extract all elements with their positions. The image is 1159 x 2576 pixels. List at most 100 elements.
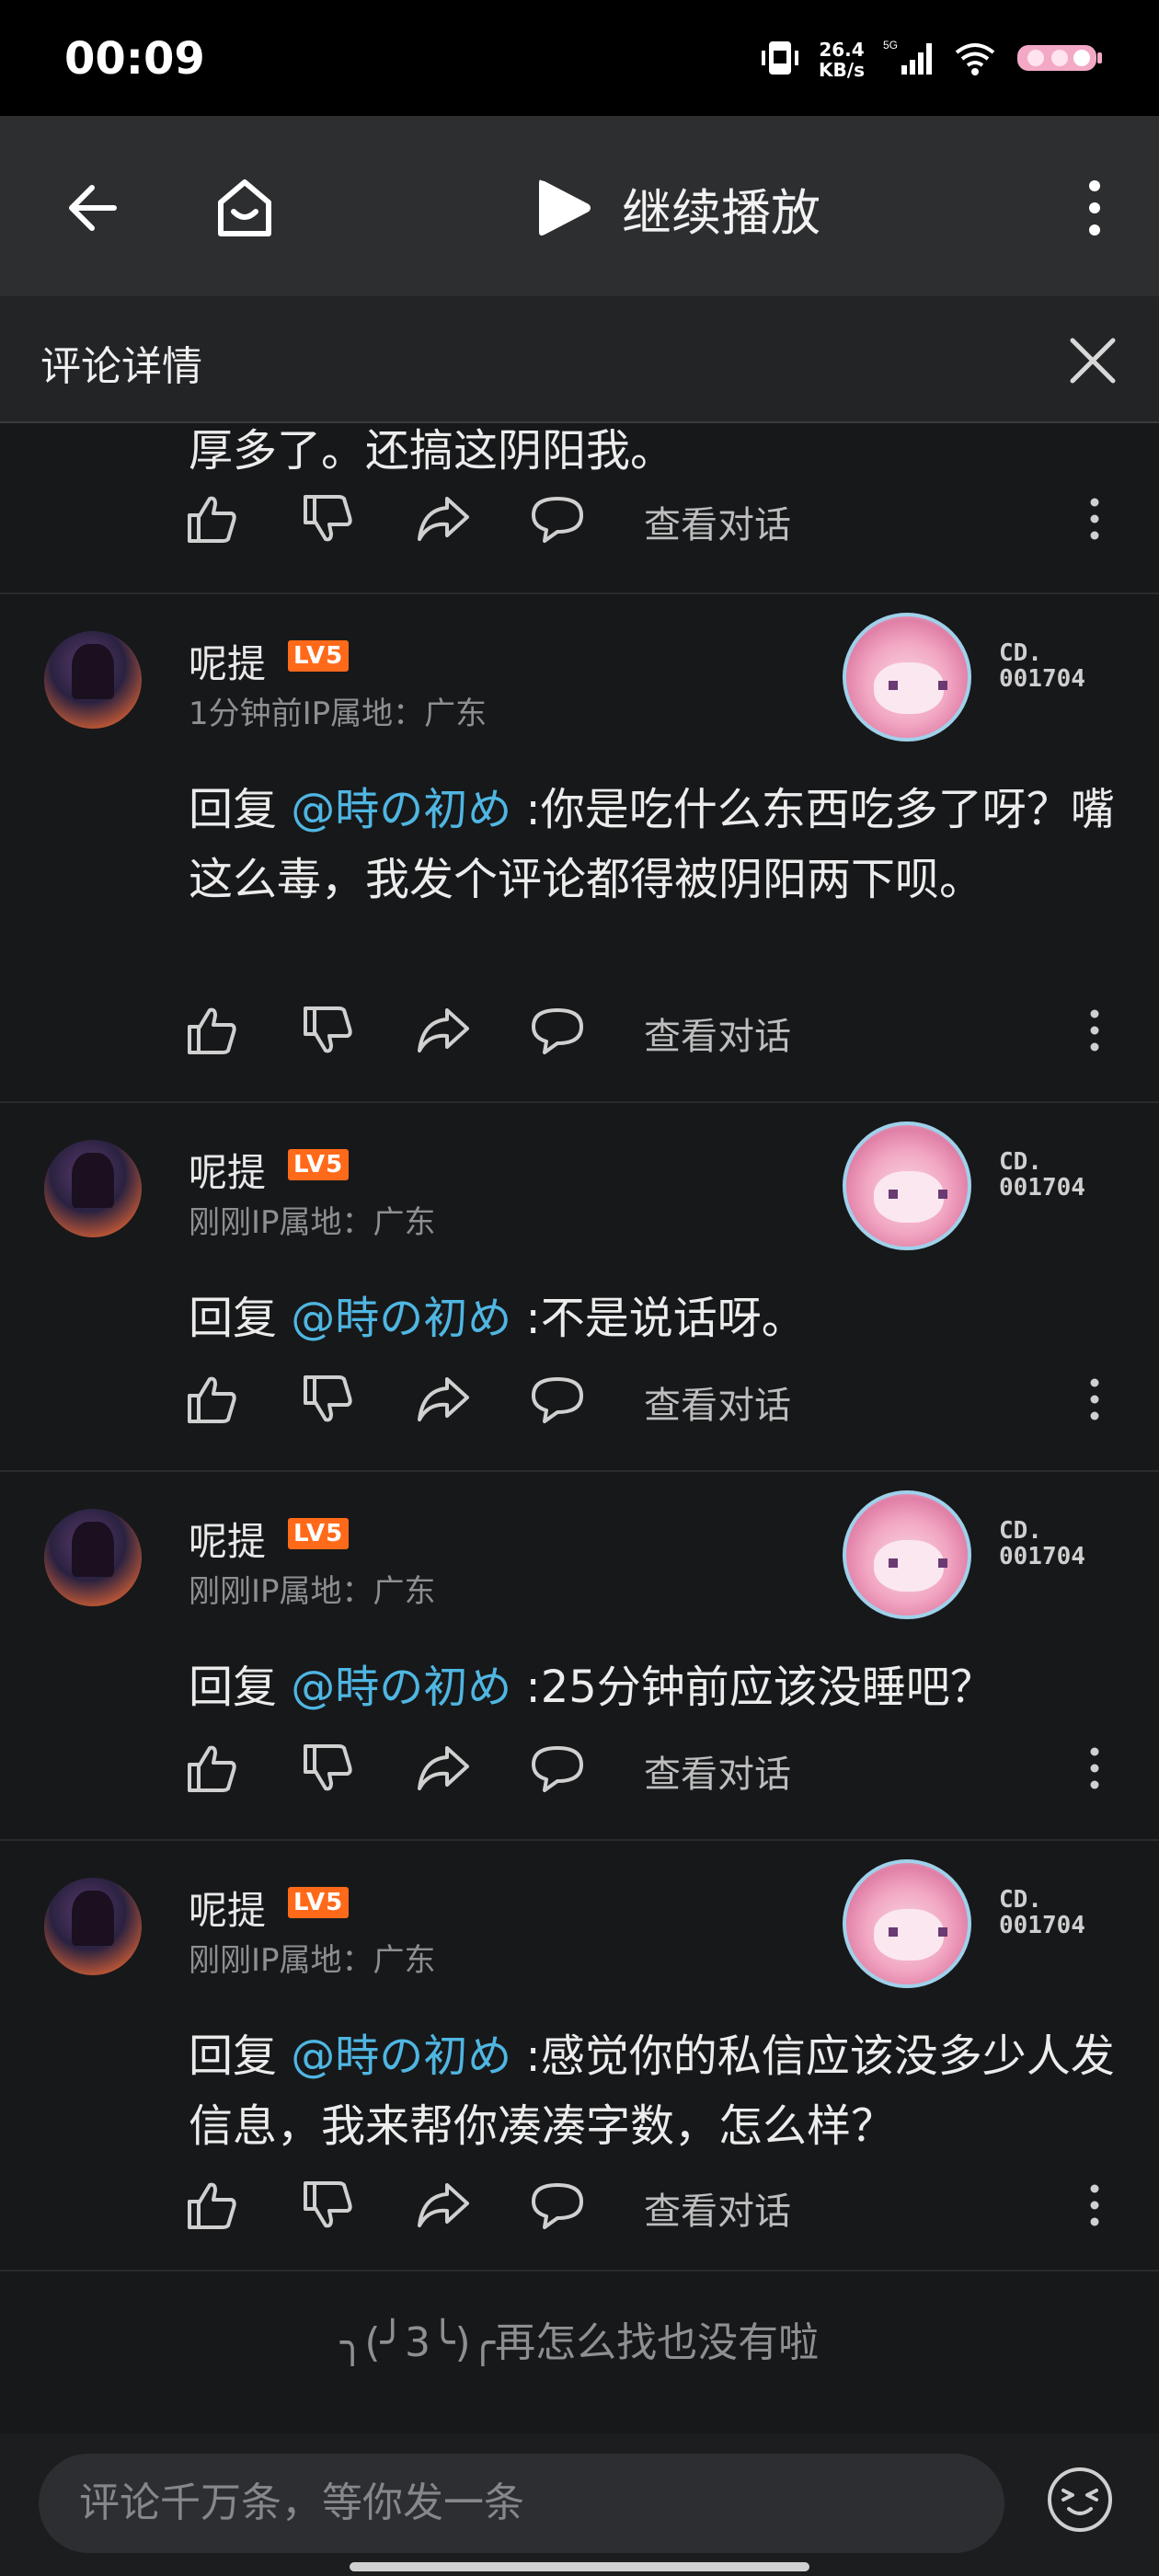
- status-bar: 00:09 26.4 KB/s 5G: [0, 0, 1159, 116]
- comment-meta: 1分钟前IP属地：广东: [189, 688, 487, 733]
- like-button[interactable]: [184, 1742, 239, 1794]
- ip-location: IP属地：广东: [302, 696, 488, 732]
- continue-play-button[interactable]: 继续播放: [534, 171, 820, 245]
- more-vertical-icon: [1090, 1747, 1099, 1789]
- comment-input[interactable]: 评论千万条，等你发一条: [39, 2454, 1004, 2553]
- fan-badge-code: CD. 001704: [999, 1517, 1085, 1570]
- avatar[interactable]: [44, 1509, 142, 1606]
- comment-actions: 查看对话: [184, 997, 1141, 1062]
- comment-list[interactable]: 厚多了。还搞这阴阳我。 查看对话 呢提 LV5 1分钟前IP属地：广东 CD. …: [0, 423, 1159, 2433]
- like-button[interactable]: [184, 1005, 239, 1056]
- avatar[interactable]: [44, 1140, 142, 1237]
- network-label: 5G: [883, 39, 898, 52]
- username[interactable]: 呢提: [189, 1880, 266, 1936]
- bottom-comment-bar: 评论千万条，等你发一条: [0, 2433, 1159, 2576]
- share-button[interactable]: [416, 1374, 471, 1425]
- thumbs-up-icon: [188, 1376, 236, 1423]
- signal-icon: 5G: [883, 38, 935, 82]
- continue-play-label: 继续播放: [622, 183, 820, 242]
- thumbs-down-icon: [304, 1375, 352, 1422]
- fan-badge-image[interactable]: [843, 1121, 971, 1250]
- thumbs-up-icon: [188, 496, 236, 543]
- like-button[interactable]: [184, 2179, 239, 2231]
- comment-time: 刚刚: [189, 1942, 251, 1979]
- mention-link[interactable]: @時の初め: [291, 1662, 511, 1713]
- comment-body: 回复 @時の初め :25分钟前应该没睡吧？: [189, 1652, 1118, 1722]
- list-item: 呢提 LV5 刚刚IP属地：广东 CD. 001704 回复 @時の初め :不是…: [0, 1103, 1159, 1472]
- dislike-button[interactable]: [300, 493, 355, 545]
- comment-more-button[interactable]: [1085, 1741, 1104, 1796]
- comment-meta: 刚刚IP属地：广东: [189, 1566, 436, 1611]
- battery-icon: [1016, 38, 1104, 82]
- more-menu-button[interactable]: [1058, 171, 1131, 245]
- more-vertical-icon: [1090, 1378, 1099, 1420]
- comment-more-button[interactable]: [1085, 1372, 1104, 1427]
- dislike-button[interactable]: [300, 1374, 355, 1425]
- reply-button[interactable]: [530, 2179, 585, 2231]
- more-vertical-icon: [1089, 180, 1100, 236]
- thumbs-up-icon: [188, 2182, 236, 2229]
- dislike-button[interactable]: [300, 2179, 355, 2231]
- like-button[interactable]: [184, 493, 239, 545]
- close-button[interactable]: [1063, 331, 1122, 390]
- status-icons: 26.4 KB/s 5G: [760, 37, 1104, 83]
- share-button[interactable]: [416, 493, 471, 545]
- reply-button[interactable]: [530, 493, 585, 545]
- vibrate-icon: [760, 38, 800, 82]
- ip-location: IP属地：广东: [251, 1204, 436, 1241]
- play-icon: [539, 179, 591, 236]
- comment-more-button[interactable]: [1085, 1003, 1104, 1058]
- back-button[interactable]: [53, 171, 127, 245]
- view-conversation-link[interactable]: 查看对话: [644, 2181, 791, 2235]
- share-button[interactable]: [416, 1742, 471, 1794]
- home-icon: [218, 179, 271, 236]
- mention-link[interactable]: @時の初め: [291, 1293, 511, 1344]
- comment-actions: 查看对话: [184, 1366, 1141, 1431]
- reply-prefix: 回复: [189, 1293, 292, 1344]
- fan-badge-image[interactable]: [843, 1490, 971, 1619]
- dislike-button[interactable]: [300, 1005, 355, 1056]
- emoji-button[interactable]: [1045, 2465, 1115, 2535]
- mention-link[interactable]: @時の初め: [291, 784, 511, 835]
- fan-badge-image[interactable]: [843, 613, 971, 742]
- share-icon: [418, 1746, 469, 1790]
- thumbs-up-icon: [188, 1745, 236, 1792]
- like-button[interactable]: [184, 1374, 239, 1425]
- dislike-button[interactable]: [300, 1742, 355, 1794]
- comment-bubble-icon: [532, 497, 583, 543]
- net-speed: 26.4 KB/s: [819, 40, 865, 80]
- fan-badge-code: CD. 001704: [999, 1148, 1085, 1202]
- home-button[interactable]: [208, 171, 281, 245]
- username[interactable]: 呢提: [189, 633, 266, 689]
- share-icon: [418, 1377, 469, 1421]
- top-bar: 继续播放: [0, 116, 1159, 296]
- mention-link[interactable]: @時の初め: [291, 2030, 511, 2082]
- username[interactable]: 呢提: [189, 1142, 266, 1198]
- comment-actions: 查看对话: [184, 1735, 1141, 1800]
- wifi-icon: [953, 38, 997, 82]
- share-button[interactable]: [416, 1005, 471, 1056]
- end-of-list-note: ╮(╯3╰)╭再怎么找也没有啦: [339, 2319, 820, 2366]
- comment-more-button[interactable]: [1085, 2178, 1104, 2233]
- share-button[interactable]: [416, 2179, 471, 2231]
- ip-location: IP属地：广东: [251, 1942, 436, 1979]
- comment-more-button[interactable]: [1085, 491, 1104, 546]
- view-conversation-link[interactable]: 查看对话: [644, 1375, 791, 1429]
- view-conversation-link[interactable]: 查看对话: [644, 1006, 791, 1060]
- reply-button[interactable]: [530, 1742, 585, 1794]
- thumbs-down-icon: [304, 1006, 352, 1053]
- avatar[interactable]: [44, 1878, 142, 1975]
- avatar[interactable]: [44, 631, 142, 729]
- share-icon: [418, 2183, 469, 2227]
- view-conversation-link[interactable]: 查看对话: [644, 1744, 791, 1798]
- reply-button[interactable]: [530, 1374, 585, 1425]
- comment-body: 回复 @時の初め :你是吃什么东西吃多了呀？嘴这么毒，我发个评论都得被阴阳两下呗…: [189, 775, 1118, 914]
- emoji-icon: [1048, 2467, 1112, 2532]
- level-badge: LV5: [288, 640, 350, 672]
- reply-button[interactable]: [530, 1005, 585, 1056]
- list-item: 呢提 LV5 刚刚IP属地：广东 CD. 001704 回复 @時の初め :感觉…: [0, 1841, 1159, 2271]
- username[interactable]: 呢提: [189, 1511, 266, 1567]
- fan-badge-image[interactable]: [843, 1859, 971, 1988]
- view-conversation-link[interactable]: 查看对话: [644, 495, 791, 548]
- comment-body: 回复 @時の初め :感觉你的私信应该没多少人发信息，我来帮你凑凑字数，怎么样？: [189, 2021, 1118, 2161]
